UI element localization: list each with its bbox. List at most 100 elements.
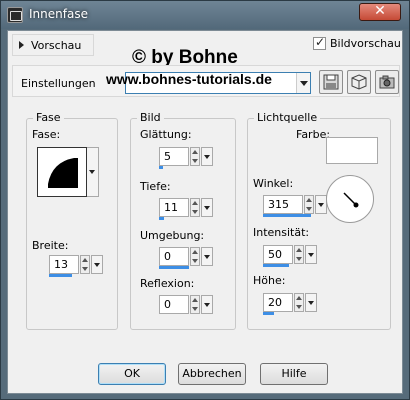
winkel-spinner[interactable]: 315 bbox=[263, 195, 327, 217]
tiefe-input[interactable]: 11 bbox=[159, 198, 189, 217]
intensitaet-stepper[interactable] bbox=[294, 245, 304, 264]
lichtquelle-group-title: Lichtquelle bbox=[254, 111, 321, 124]
fase-preview[interactable] bbox=[37, 147, 87, 197]
tiefe-stepper[interactable] bbox=[190, 198, 200, 217]
glaettung-label: Glättung: bbox=[140, 128, 192, 141]
spin-up-icon bbox=[306, 198, 312, 202]
spin-up-icon bbox=[192, 298, 198, 302]
preview-toggle-button[interactable]: Vorschau bbox=[12, 34, 94, 56]
spin-up-icon bbox=[296, 296, 302, 300]
spin-up-icon bbox=[82, 258, 88, 262]
hoehe-stepper[interactable] bbox=[294, 293, 304, 312]
dialog-window: Innenfase ✕ Vorschau © by Bohne Bildvors… bbox=[0, 0, 410, 400]
tiefe-spinner[interactable]: 11 bbox=[159, 198, 213, 220]
reflexion-input[interactable]: 0 bbox=[159, 295, 189, 314]
save-icon bbox=[323, 74, 339, 90]
umgebung-input[interactable]: 0 bbox=[159, 247, 189, 266]
breite-label: Breite: bbox=[32, 239, 69, 252]
fase-group: Fase Fase: Breite: 13 bbox=[26, 111, 118, 330]
hoehe-label: Höhe: bbox=[253, 274, 286, 287]
hilfe-button[interactable]: Hilfe bbox=[260, 363, 328, 385]
close-button[interactable]: ✕ bbox=[359, 3, 401, 21]
glaettung-spinner[interactable]: 5 bbox=[159, 147, 213, 169]
glaettung-stepper[interactable] bbox=[190, 147, 200, 166]
glaettung-progress bbox=[159, 166, 163, 169]
fase-dropdown-button[interactable] bbox=[87, 147, 99, 197]
farbe-color-picker[interactable] bbox=[326, 137, 378, 164]
hoehe-progress bbox=[263, 312, 274, 315]
reflexion-spinner[interactable]: 0 bbox=[159, 295, 213, 317]
bildvorschau-checkbox[interactable] bbox=[313, 35, 326, 50]
close-icon: ✕ bbox=[374, 3, 386, 19]
winkel-label: Winkel: bbox=[253, 177, 294, 190]
reflexion-stepper[interactable] bbox=[190, 295, 200, 314]
title-bar[interactable]: Innenfase ✕ bbox=[1, 1, 409, 29]
winkel-progress bbox=[263, 214, 311, 217]
umgebung-dropdown[interactable] bbox=[201, 247, 213, 266]
tiefe-label: Tiefe: bbox=[140, 180, 171, 193]
fase-group-title: Fase bbox=[33, 111, 64, 124]
bild-group: Bild Glättung: 5 Tiefe: 11 Umgebung: 0 R… bbox=[130, 111, 236, 330]
umgebung-label: Umgebung: bbox=[140, 229, 205, 242]
cube-icon bbox=[351, 74, 367, 90]
bevel-shape-icon bbox=[48, 158, 78, 188]
preview-label: Vorschau bbox=[31, 39, 82, 52]
hoehe-spinner[interactable]: 20 bbox=[263, 293, 317, 315]
spin-down-icon bbox=[192, 210, 198, 214]
camera-icon bbox=[379, 75, 395, 89]
intensitaet-progress bbox=[263, 264, 289, 267]
tiefe-dropdown[interactable] bbox=[201, 198, 213, 217]
bild-group-title: Bild bbox=[137, 111, 164, 124]
umgebung-progress bbox=[159, 266, 189, 269]
app-icon bbox=[7, 7, 23, 23]
lichtquelle-group: Lichtquelle Farbe: Winkel: 315 Intensitä… bbox=[247, 111, 391, 330]
spin-down-icon bbox=[82, 267, 88, 271]
spin-down-icon bbox=[296, 305, 302, 309]
breite-progress bbox=[49, 274, 72, 277]
spin-down-icon bbox=[192, 307, 198, 311]
dialog-client: Vorschau © by Bohne Bildvorschau Einstel… bbox=[7, 30, 403, 394]
umgebung-spinner[interactable]: 0 bbox=[159, 247, 213, 269]
umgebung-stepper[interactable] bbox=[190, 247, 200, 266]
hoehe-dropdown[interactable] bbox=[305, 293, 317, 312]
farbe-label: Farbe: bbox=[296, 128, 331, 141]
intensitaet-input[interactable]: 50 bbox=[263, 245, 293, 264]
spin-up-icon bbox=[192, 201, 198, 205]
breite-dropdown[interactable] bbox=[91, 255, 103, 274]
glaettung-input[interactable]: 5 bbox=[159, 147, 189, 166]
angle-indicator-icon bbox=[343, 192, 359, 208]
hoehe-input[interactable]: 20 bbox=[263, 293, 293, 312]
winkel-stepper[interactable] bbox=[304, 195, 314, 214]
save-preset-button[interactable] bbox=[319, 70, 343, 94]
watermark-url: www.bohnes-tutorials.de bbox=[106, 71, 272, 87]
reflexion-dropdown[interactable] bbox=[201, 295, 213, 314]
spin-up-icon bbox=[192, 150, 198, 154]
winkel-input[interactable]: 315 bbox=[263, 195, 303, 214]
intensitaet-spinner[interactable]: 50 bbox=[263, 245, 317, 267]
winkel-dial[interactable] bbox=[326, 175, 374, 223]
chevron-down-icon[interactable] bbox=[296, 73, 310, 93]
fase-label: Fase: bbox=[32, 128, 61, 141]
spin-down-icon bbox=[192, 259, 198, 263]
reset-button[interactable] bbox=[347, 70, 371, 94]
spin-down-icon bbox=[192, 159, 198, 163]
abbrechen-button[interactable]: Abbrechen bbox=[178, 363, 246, 385]
reflexion-label: Reflexion: bbox=[140, 277, 195, 290]
breite-stepper[interactable] bbox=[80, 255, 90, 274]
ok-button[interactable]: OK bbox=[98, 363, 166, 385]
glaettung-dropdown[interactable] bbox=[201, 147, 213, 166]
tiefe-progress bbox=[159, 217, 164, 220]
intensitaet-label: Intensität: bbox=[253, 226, 310, 239]
spin-down-icon bbox=[296, 257, 302, 261]
einstellungen-label: Einstellungen bbox=[21, 77, 96, 90]
bildvorschau-label: Bildvorschau bbox=[330, 37, 401, 50]
breite-spinner[interactable]: 13 bbox=[49, 255, 103, 277]
window-title: Innenfase bbox=[29, 7, 88, 21]
intensitaet-dropdown[interactable] bbox=[305, 245, 317, 264]
breite-input[interactable]: 13 bbox=[49, 255, 79, 274]
spin-up-icon bbox=[296, 248, 302, 252]
spin-up-icon bbox=[192, 250, 198, 254]
triangle-right-icon bbox=[19, 41, 24, 49]
spin-down-icon bbox=[306, 207, 312, 211]
randomize-button[interactable] bbox=[375, 70, 399, 94]
